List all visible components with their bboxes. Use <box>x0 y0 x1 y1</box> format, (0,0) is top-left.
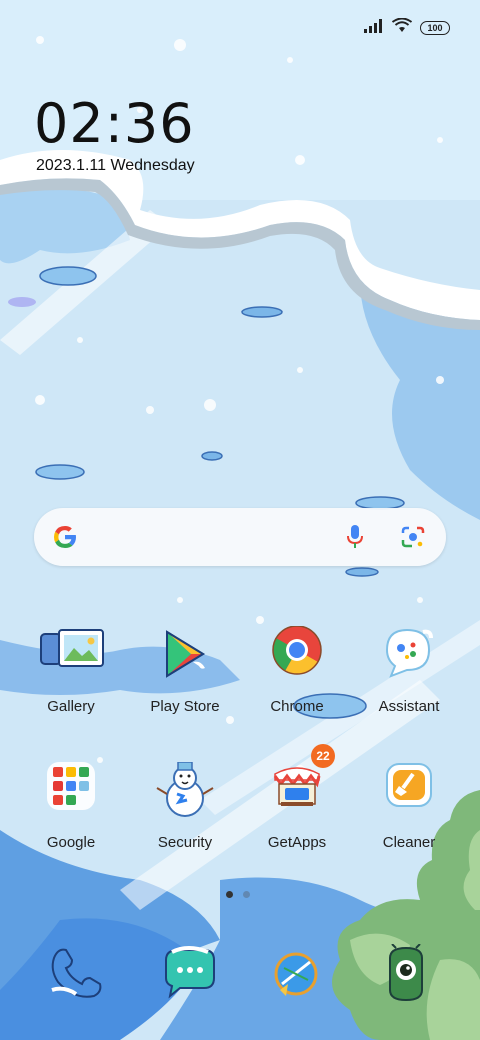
getapps-icon: 22 <box>265 744 335 826</box>
app-label: Assistant <box>378 698 440 715</box>
messages-icon <box>158 946 222 1008</box>
app-label: Google <box>46 834 96 851</box>
app-getapps[interactable]: 22 GetApps <box>242 744 352 872</box>
app-label: GetApps <box>267 834 327 851</box>
mic-icon[interactable] <box>346 524 364 555</box>
gallery-icon <box>39 626 104 690</box>
notification-badge: 22 <box>311 744 335 768</box>
app-label: Chrome <box>270 698 324 715</box>
chrome-icon <box>265 625 329 690</box>
dock-messages[interactable] <box>158 944 222 1008</box>
battery-level: 100 <box>427 22 443 33</box>
page-dot-active[interactable] <box>226 891 233 898</box>
browser-icon <box>266 952 330 1008</box>
cleaner-icon <box>377 762 441 826</box>
app-play-store[interactable]: Play Store <box>130 626 240 736</box>
camera-icon <box>376 943 440 1008</box>
app-chrome[interactable]: Chrome <box>242 625 352 736</box>
clock-time[interactable]: 02:36 <box>34 92 195 155</box>
app-cleaner[interactable]: Cleaner <box>354 762 464 872</box>
app-gallery[interactable]: Gallery <box>16 626 126 736</box>
phone-icon <box>44 948 108 1008</box>
google-folder-icon <box>39 762 103 826</box>
lens-icon[interactable] <box>400 525 426 554</box>
page-indicator[interactable] <box>226 891 250 898</box>
snowman-security-icon <box>153 761 217 826</box>
battery-indicator: 100 <box>420 21 450 35</box>
app-label: Play Store <box>150 698 220 715</box>
dock-camera[interactable] <box>376 943 440 1008</box>
app-security[interactable]: Security <box>130 761 240 872</box>
assistant-icon <box>377 626 441 690</box>
wifi-icon <box>391 17 413 38</box>
status-bar: 100 <box>364 17 450 38</box>
clock-date[interactable]: 2023.1.11 Wednesday <box>36 157 195 175</box>
play-store-icon <box>153 626 217 690</box>
app-assistant[interactable]: Assistant <box>354 626 464 736</box>
page-dot[interactable] <box>243 891 250 898</box>
signal-icon <box>364 18 384 38</box>
app-folder-google[interactable]: Google <box>16 762 126 872</box>
app-label: Gallery <box>47 698 95 715</box>
google-logo-icon <box>52 524 78 555</box>
dock-browser[interactable] <box>266 944 330 1008</box>
app-label: Cleaner <box>382 834 436 851</box>
google-search-widget[interactable] <box>34 508 446 566</box>
app-label: Security <box>157 834 213 851</box>
dock-phone[interactable] <box>44 944 108 1008</box>
